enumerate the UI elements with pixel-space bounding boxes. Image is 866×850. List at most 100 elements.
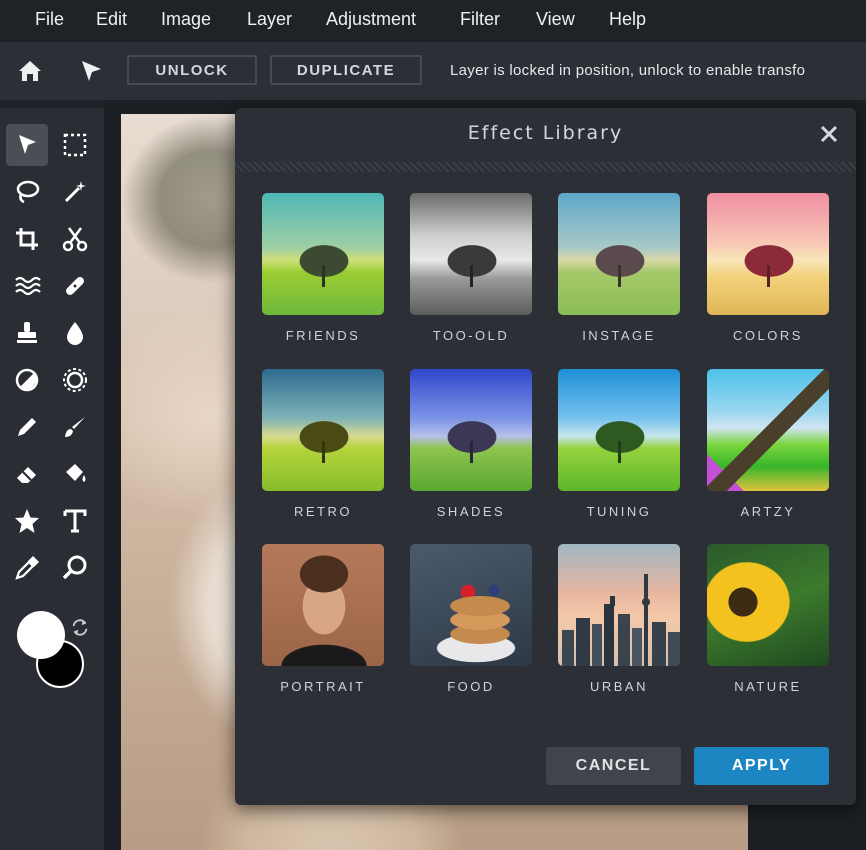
marquee-icon: [63, 133, 87, 157]
pencil-icon: [18, 418, 36, 436]
drop-icon: [67, 322, 83, 345]
effect-friends[interactable]: FRIENDS: [261, 193, 385, 343]
menu-image[interactable]: Image: [161, 9, 211, 30]
effect-label: INSTAGE: [582, 328, 656, 343]
waves-icon: [15, 276, 41, 296]
effect-artzy[interactable]: ARTZY: [706, 369, 830, 519]
effect-thumbnail: [558, 544, 680, 666]
eyedropper-icon: [15, 556, 39, 580]
menu-layer[interactable]: Layer: [247, 9, 292, 30]
effect-label: COLORS: [733, 328, 803, 343]
star-icon: [15, 509, 39, 533]
effect-thumbnail: [410, 369, 532, 491]
menu-help[interactable]: Help: [609, 9, 646, 30]
menu-adjustment[interactable]: Adjustment: [326, 9, 416, 30]
effect-thumbnail: [707, 369, 829, 491]
marquee-tool[interactable]: [54, 124, 96, 166]
move-tool[interactable]: [6, 124, 48, 166]
effect-instage[interactable]: INSTAGE: [557, 193, 681, 343]
menu-edit[interactable]: Edit: [96, 9, 127, 30]
options-toolbar: UNLOCK DUPLICATE Layer is locked in posi…: [0, 42, 866, 100]
cancel-button[interactable]: CANCEL: [546, 747, 681, 785]
effect-nature[interactable]: NATURE: [706, 544, 830, 694]
effect-shades[interactable]: SHADES: [409, 369, 533, 519]
heal-tool[interactable]: [54, 265, 96, 307]
dialog-title: Effect Library: [467, 122, 624, 144]
pencil-tool[interactable]: [6, 406, 48, 448]
fill-tool[interactable]: [54, 453, 96, 495]
home-icon[interactable]: [16, 57, 44, 85]
effect-label: FRIENDS: [285, 328, 361, 343]
effect-thumbnail: [707, 544, 829, 666]
move-arrow-icon[interactable]: [77, 57, 105, 85]
magnifier-icon: [62, 555, 87, 580]
effect-label: ARTZY: [740, 504, 796, 519]
brush-icon: [65, 417, 85, 437]
crop-tool[interactable]: [6, 218, 48, 260]
effect-thumbnail: [558, 193, 680, 315]
effect-food[interactable]: FOOD: [409, 544, 533, 694]
effect-label: TOO-OLD: [432, 328, 510, 343]
magic-wand-tool[interactable]: [54, 171, 96, 213]
effect-thumbnail: [410, 544, 532, 666]
effect-thumbnail: [262, 369, 384, 491]
effect-too-old[interactable]: TOO-OLD: [409, 193, 533, 343]
effect-thumbnail: [262, 544, 384, 666]
contrast-icon: [15, 368, 39, 392]
effect-tuning[interactable]: TUNING: [557, 369, 681, 519]
eraser-icon: [17, 467, 36, 483]
primary-color-swatch[interactable]: [17, 611, 65, 659]
unlock-button[interactable]: UNLOCK: [127, 55, 257, 85]
menu-file[interactable]: File: [35, 9, 64, 30]
liquify-tool[interactable]: [6, 265, 48, 307]
menu-filter[interactable]: Filter: [460, 9, 500, 30]
stamp-icon: [17, 322, 37, 343]
color-picker-tool[interactable]: [6, 547, 48, 589]
swap-colors-icon[interactable]: [69, 616, 91, 638]
shape-tool[interactable]: [6, 500, 48, 542]
zoom-tool[interactable]: [54, 547, 96, 589]
effect-urban[interactable]: URBAN: [557, 544, 681, 694]
toolbar-message: Layer is locked in position, unlock to e…: [450, 62, 806, 79]
lasso-tool[interactable]: [6, 171, 48, 213]
effect-thumbnail: [410, 193, 532, 315]
effect-retro[interactable]: RETRO: [261, 369, 385, 519]
effect-label: TUNING: [586, 504, 652, 519]
cut-tool[interactable]: [54, 218, 96, 260]
effect-library-dialog: Effect Library FRIENDS TOO-OLD INSTAGE C…: [235, 108, 856, 805]
sun-icon: [63, 368, 87, 392]
effect-label: NATURE: [734, 679, 802, 694]
crop-icon: [16, 228, 38, 250]
effect-thumbnail: [558, 369, 680, 491]
lasso-icon: [16, 180, 40, 204]
sponge-tool[interactable]: [54, 359, 96, 401]
effect-colors[interactable]: COLORS: [706, 193, 830, 343]
clone-stamp-tool[interactable]: [6, 312, 48, 354]
bandage-icon: [66, 277, 84, 295]
effect-label: PORTRAIT: [280, 679, 366, 694]
effect-label: SHADES: [436, 504, 506, 519]
effect-thumbnail: [262, 193, 384, 315]
effect-label: RETRO: [294, 504, 352, 519]
brush-tool[interactable]: [54, 406, 96, 448]
dialog-divider: [235, 162, 856, 172]
menu-bar: File Edit Image Layer Adjustment Filter …: [0, 0, 866, 42]
eraser-tool[interactable]: [6, 453, 48, 495]
pointer-icon: [19, 135, 36, 154]
effect-label: FOOD: [447, 679, 495, 694]
tool-panel: [0, 100, 104, 850]
duplicate-button[interactable]: DUPLICATE: [270, 55, 422, 85]
effect-thumbnail: [707, 193, 829, 315]
blur-tool[interactable]: [54, 312, 96, 354]
scissors-icon: [62, 227, 88, 252]
magic-wand-icon: [64, 181, 86, 203]
effect-label: URBAN: [589, 679, 648, 694]
text-icon: [63, 509, 87, 533]
dodge-burn-tool[interactable]: [6, 359, 48, 401]
menu-view[interactable]: View: [536, 9, 575, 30]
effect-portrait[interactable]: PORTRAIT: [261, 544, 385, 694]
apply-button[interactable]: APPLY: [694, 747, 829, 785]
text-tool[interactable]: [54, 500, 96, 542]
close-icon[interactable]: [818, 123, 840, 145]
paint-bucket-icon: [66, 464, 86, 482]
